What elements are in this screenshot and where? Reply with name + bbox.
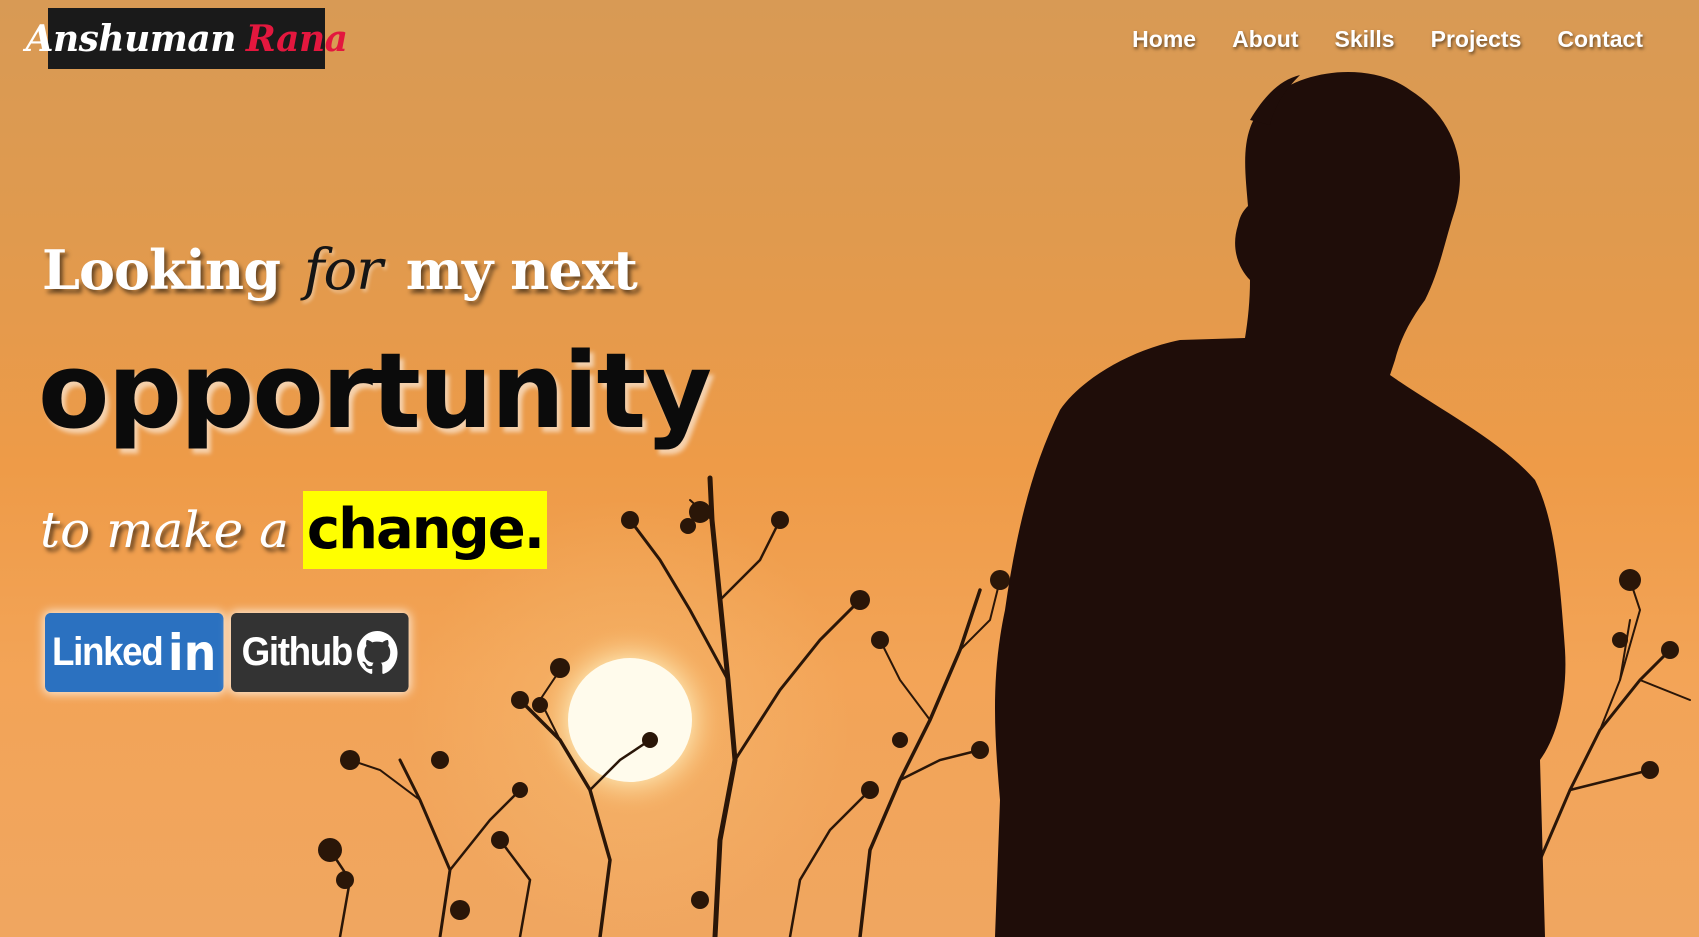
headline-opportunity: opportunity [38,330,712,452]
hero-section: Anshuman Rana Home About Skills Projects… [0,0,1699,937]
sun-core [568,658,692,782]
logo-first-name: Anshuman [25,17,237,60]
nav-link-skills[interactable]: Skills [1335,20,1395,58]
headline-line-3: to make a change. [40,490,547,570]
sunset-silhouette-background [318,72,1691,937]
github-button-label: Github [241,630,354,674]
nav-link-home[interactable]: Home [1132,20,1196,58]
headline-line-1: Looking for my next [42,238,638,303]
logo-last-name: Rana [245,17,348,60]
main-nav: Home About Skills Projects Contact [1132,20,1643,58]
headline-for: for [303,238,383,303]
headline-change-highlight: change. [302,491,547,569]
nav-link-about[interactable]: About [1232,20,1298,58]
headline-looking: Looking [42,238,281,302]
headline-to-make-a: to make a [40,501,289,559]
site-logo[interactable]: Anshuman Rana [26,8,348,69]
linkedin-button[interactable]: Linked in [45,613,224,692]
headline-my-next: my next [405,238,638,302]
github-octocat-icon [357,630,398,674]
linkedin-logo-icon: in [167,623,217,682]
github-button[interactable]: Github [231,613,409,692]
nav-link-contact[interactable]: Contact [1557,20,1643,58]
linkedin-button-label: Linked [52,630,164,674]
person-silhouette [995,72,1566,937]
nav-link-projects[interactable]: Projects [1431,20,1522,58]
